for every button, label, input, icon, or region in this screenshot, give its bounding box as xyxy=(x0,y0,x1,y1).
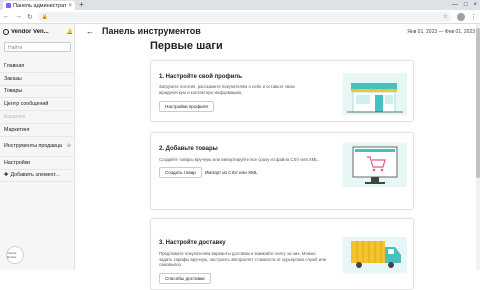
vendor-badge[interactable]: Vendor Rocket xyxy=(6,246,24,264)
bell-icon[interactable]: 🔔 xyxy=(67,29,73,35)
close-window-button[interactable]: × xyxy=(473,0,477,10)
favicon-icon xyxy=(6,3,11,8)
scrollbar-thumb[interactable] xyxy=(476,28,480,178)
date-range-picker[interactable]: Янв 01, 2023 — Фев 01, 2023 xyxy=(407,29,475,35)
sidebar-item-messages[interactable]: Центр сообщений xyxy=(0,98,75,112)
sidebar-item-label: Инструменты продавца xyxy=(4,143,62,150)
back-arrow-icon[interactable]: ← xyxy=(86,27,94,36)
back-nav-icon[interactable]: ← xyxy=(3,13,10,20)
reload-icon[interactable]: ↻ xyxy=(27,13,33,21)
sidebar-item-label: Товары xyxy=(4,88,23,95)
onboarding-card-products: 2. Добавьте товары Создайте товары вручн… xyxy=(150,132,414,210)
profile-avatar[interactable] xyxy=(457,12,465,21)
sidebar-item-home[interactable]: Главная xyxy=(0,60,75,73)
card-description: Загрузите логотип, расскажите покупателя… xyxy=(159,84,295,95)
card-description: Предложите покупателям варианты доставки… xyxy=(159,251,327,267)
browser-tab[interactable]: Панель администратора × xyxy=(3,1,75,10)
sidebar: Vendor Ven... 🔔 Найти Главная Заказы Тов… xyxy=(0,24,75,270)
tab-title: Панель администратора xyxy=(13,2,67,9)
maximize-button[interactable]: □ xyxy=(464,0,468,10)
card-title: 2. Добавьте товары xyxy=(159,146,218,152)
vendor-logo-icon xyxy=(3,29,9,35)
plus-icon: ✚ xyxy=(4,172,9,179)
import-csv-xml-link[interactable]: Импорт из CSV или XML xyxy=(205,170,258,175)
sidebar-item-products[interactable]: Товары xyxy=(0,86,75,99)
card-title: 3. Настройте доставку xyxy=(159,240,226,246)
close-tab-icon[interactable]: × xyxy=(68,3,72,9)
window-controls: — □ × xyxy=(452,0,477,10)
sidebar-item-label: Заказы xyxy=(4,75,22,82)
lock-icon: 🔒 xyxy=(41,13,49,20)
search-input[interactable]: Найти xyxy=(4,42,71,52)
card-title: 1. Настройте свой профиль xyxy=(159,74,242,80)
sidebar-nav: Главная Заказы Товары Центр сообщений Ко… xyxy=(0,60,75,183)
storefront-illustration-icon xyxy=(343,73,407,115)
sidebar-item-label: Добавить элемент... xyxy=(10,172,60,179)
onboarding-card-profile: 1. Настройте свой профиль Загрузите лого… xyxy=(150,60,414,122)
profile-settings-button[interactable]: Настройки профиля xyxy=(159,101,214,112)
sidebar-item-label: Главная xyxy=(4,62,25,69)
card-description: Создайте товары вручную или импортируйте… xyxy=(159,157,319,162)
main-content: ← Панель инструментов Янв 01, 2023 — Фев… xyxy=(76,24,480,290)
sidebar-item-wallet: Кошелек xyxy=(0,111,75,124)
sidebar-item-marketing[interactable]: Маркетинг xyxy=(0,124,75,137)
sidebar-item-orders[interactable]: Заказы xyxy=(0,73,75,86)
browser-tabbar: Панель администратора × + — □ × xyxy=(0,0,480,10)
sidebar-item-label: Настройки xyxy=(4,159,30,166)
sidebar-item-label: Маркетинг xyxy=(4,126,30,133)
sidebar-item-add[interactable]: ✚ Добавить элемент... xyxy=(0,170,75,183)
delivery-truck-illustration-icon xyxy=(343,237,407,273)
sidebar-item-vendor-tools[interactable]: Инструменты продавца ⊕ xyxy=(0,137,75,157)
vendor-switcher[interactable]: Vendor Ven... 🔔 xyxy=(3,27,73,37)
sidebar-item-label: Кошелек xyxy=(4,114,26,121)
shipping-methods-button[interactable]: Способы доставки xyxy=(159,273,211,284)
bookmark-star-icon[interactable]: ☆ xyxy=(443,13,448,20)
new-tab-button[interactable]: + xyxy=(79,0,84,10)
sidebar-item-label: Центр сообщений xyxy=(4,101,49,108)
sidebar-item-settings[interactable]: Настройки xyxy=(0,157,75,170)
forward-nav-icon[interactable]: → xyxy=(15,13,22,20)
address-bar[interactable]: 🔒 ☆ xyxy=(37,11,452,22)
create-product-button[interactable]: Создать товар xyxy=(159,167,202,178)
minimize-button[interactable]: — xyxy=(452,0,458,10)
browser-menu-icon[interactable]: ⋮ xyxy=(470,13,477,21)
pin-icon[interactable]: ⊕ xyxy=(67,143,75,149)
section-title: Первые шаги xyxy=(150,40,223,52)
vendor-name: Vendor Ven... xyxy=(11,29,49,35)
onboarding-card-shipping: 3. Настройте доставку Предложите покупат… xyxy=(150,218,414,290)
page-title: Панель инструментов xyxy=(102,26,201,36)
browser-toolbar: ← → ↻ 🔒 ☆ ⋮ xyxy=(0,10,480,24)
product-monitor-illustration-icon xyxy=(343,143,407,187)
